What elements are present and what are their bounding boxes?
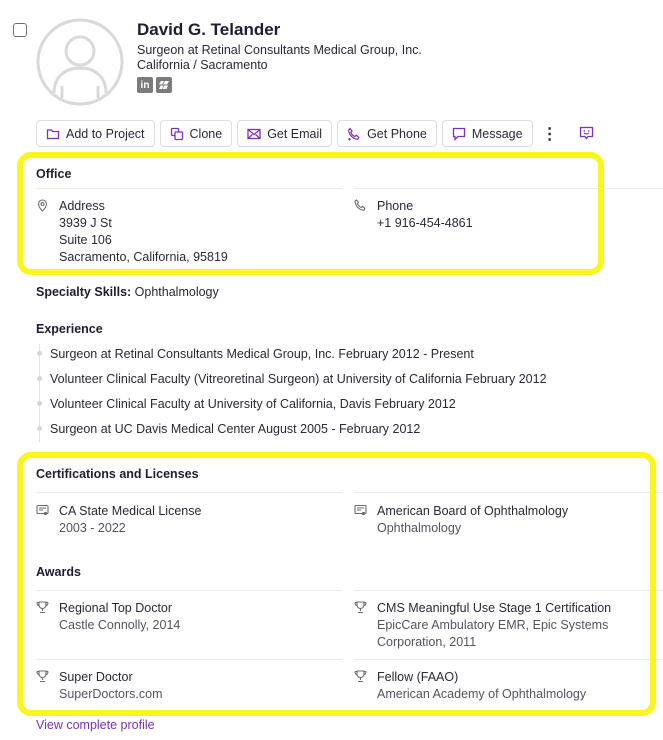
get-email-label: Get Email [267, 126, 323, 141]
certifications-heading: Certifications and Licenses [36, 467, 199, 481]
certificate-icon [354, 504, 367, 516]
chat-smile-icon[interactable] [575, 120, 599, 147]
more-options-icon[interactable]: ⋮ [538, 120, 562, 147]
phone-value[interactable]: +1 916-454-4861 [377, 215, 473, 232]
specialty-value: Ophthalmology [134, 285, 219, 299]
specialty-skills: Specialty Skills: Ophthalmology [36, 285, 219, 299]
office-divider-right [354, 188, 663, 189]
profile-location: California / Sacramento [137, 58, 268, 72]
address-line1: 3939 J St [59, 216, 112, 230]
social-links: in [137, 77, 422, 93]
award-name: Fellow (FAAO) [377, 670, 459, 684]
add-to-project-button[interactable]: Add to Project [36, 120, 155, 147]
trophy-icon [354, 601, 367, 614]
message-button[interactable]: Message [441, 120, 533, 147]
award-detail: SuperDoctors.com [59, 687, 163, 701]
clone-button[interactable]: Clone [159, 120, 233, 147]
message-icon [452, 127, 465, 141]
award-detail: Castle Connolly, 2014 [59, 618, 181, 632]
address-label: Address [59, 199, 105, 213]
certification-item: CA State Medical License 2003 - 2022 [36, 503, 201, 537]
cert-divider-left [36, 492, 342, 493]
experience-item: Surgeon at Retinal Consultants Medical G… [36, 342, 547, 367]
location-pin-icon [37, 199, 48, 212]
get-phone-button[interactable]: Get Phone [337, 120, 437, 147]
award-item: Regional Top Doctor Castle Connolly, 201… [36, 600, 180, 634]
message-label: Message [471, 126, 523, 141]
website-icon[interactable] [156, 77, 172, 93]
address-line3: Sacramento, California, 95819 [59, 250, 228, 264]
experience-list: Surgeon at Retinal Consultants Medical G… [36, 342, 547, 442]
office-divider-left [36, 188, 342, 189]
experience-heading: Experience [36, 322, 103, 336]
office-address: Address 3939 J St Suite 106 Sacramento, … [36, 198, 228, 266]
award-name: Super Doctor [59, 670, 133, 684]
avatar-placeholder-icon [36, 18, 124, 106]
phone-label: Phone [377, 199, 414, 213]
awards-divider-right [354, 590, 663, 591]
award-item: Fellow (FAAO) American Academy of Ophtha… [354, 669, 586, 703]
awards-row-divider-right [354, 659, 663, 660]
awards-row-divider-left [36, 659, 342, 660]
certification-item: American Board of Ophthalmology Ophthalm… [354, 503, 568, 537]
award-name: CMS Meaningful Use Stage 1 Certification [377, 601, 612, 615]
award-detail: EpicCare Ambulatory EMR, Epic Systems [377, 618, 609, 632]
linkedin-icon[interactable]: in [137, 77, 153, 93]
trophy-icon [36, 601, 49, 614]
certification-detail: 2003 - 2022 [59, 521, 126, 535]
award-detail: American Academy of Ophthalmology [377, 687, 587, 701]
certification-name: CA State Medical License [59, 504, 202, 518]
view-complete-profile-link[interactable]: View complete profile [36, 718, 155, 732]
experience-item: Volunteer Clinical Faculty at University… [36, 392, 547, 417]
certification-name: American Board of Ophthalmology [377, 504, 569, 518]
experience-item: Volunteer Clinical Faculty (Vitreoretina… [36, 367, 547, 392]
select-checkbox[interactable] [13, 23, 27, 37]
experience-item: Surgeon at UC Davis Medical Center Augus… [36, 417, 547, 442]
profile-header: David G. Telander Surgeon at Retinal Con… [137, 20, 422, 93]
office-phone: Phone +1 916-454-4861 [354, 198, 473, 232]
action-toolbar: Add to Project Clone Get Email Get Phone… [36, 120, 599, 147]
profile-name: David G. Telander [137, 20, 281, 39]
specialty-label: Specialty Skills: [36, 285, 132, 299]
office-heading: Office [36, 167, 72, 181]
cert-divider-right [354, 492, 663, 493]
phone-icon [348, 127, 360, 140]
trophy-icon [36, 670, 49, 683]
certification-detail: Ophthalmology [377, 521, 462, 535]
address-line2: Suite 106 [59, 233, 112, 247]
get-email-button[interactable]: Get Email [237, 120, 333, 147]
folder-icon [46, 128, 60, 139]
add-to-project-label: Add to Project [66, 126, 145, 141]
profile-title: Surgeon at Retinal Consultants Medical G… [137, 43, 422, 57]
awards-heading: Awards [36, 565, 81, 579]
clone-label: Clone [189, 126, 223, 141]
awards-divider-left [36, 590, 342, 591]
phone-icon [354, 199, 366, 211]
award-name: Regional Top Doctor [59, 601, 173, 615]
get-phone-label: Get Phone [367, 126, 427, 141]
clone-icon [170, 127, 183, 140]
email-icon [247, 128, 261, 139]
trophy-icon [354, 670, 367, 683]
award-item: CMS Meaningful Use Stage 1 Certification… [354, 600, 611, 651]
award-item: Super Doctor SuperDoctors.com [36, 669, 163, 703]
certificate-icon [36, 504, 49, 516]
award-detail-cont: Corporation, 2011 [377, 635, 477, 649]
